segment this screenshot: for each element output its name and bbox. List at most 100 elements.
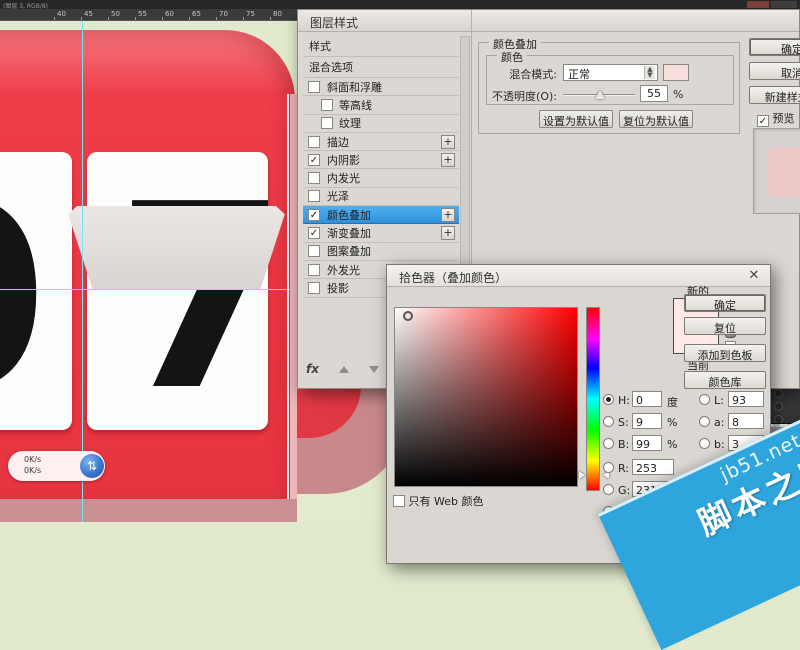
checkbox-unchecked-icon[interactable] xyxy=(321,117,333,129)
style-list-item-斜面和浮雕[interactable]: 斜面和浮雕 xyxy=(303,78,459,96)
checkbox-checked-icon[interactable]: ✓ xyxy=(308,227,320,239)
hue-slider[interactable] xyxy=(586,307,600,491)
reset-default-button[interactable]: 复位为默认值 xyxy=(619,110,693,128)
checkbox-unchecked-icon[interactable] xyxy=(393,495,405,507)
style-list-item-颜色叠加[interactable]: ✓颜色叠加+ xyxy=(303,206,459,224)
b-label: B: xyxy=(618,438,629,451)
color-field-marker[interactable] xyxy=(403,311,413,321)
style-list-item-等高线[interactable]: 等高线 xyxy=(303,96,459,114)
style-list-item-内阴影[interactable]: ✓内阴影+ xyxy=(303,151,459,169)
panel-tab-accent xyxy=(747,1,769,8)
style-list-item-混合选项[interactable]: 混合选项 xyxy=(303,57,459,78)
s-unit: % xyxy=(667,416,677,429)
panel-dot-icon[interactable] xyxy=(774,402,783,411)
lab-b-label: b: xyxy=(714,438,725,451)
close-icon[interactable]: ✕ xyxy=(746,268,762,284)
radio-s[interactable] xyxy=(603,416,614,427)
r-input[interactable]: 253 xyxy=(632,459,674,475)
checkbox-unchecked-icon[interactable] xyxy=(308,282,320,294)
radio-h[interactable] xyxy=(603,394,614,405)
a-input[interactable]: 8 xyxy=(728,413,764,429)
hue-slider-arrow-left-icon[interactable] xyxy=(579,471,585,479)
preview-label: 预览 xyxy=(773,112,795,125)
s-input[interactable]: 9 xyxy=(632,413,662,429)
c-input[interactable]: 0 xyxy=(741,459,769,475)
duplicate-effect-icon[interactable]: + xyxy=(441,226,455,240)
checkbox-checked-icon[interactable]: ✓ xyxy=(757,115,769,127)
duplicate-effect-icon[interactable]: + xyxy=(441,153,455,167)
new-style-button[interactable]: 新建样式... xyxy=(749,86,800,104)
radio-l[interactable] xyxy=(699,394,710,405)
g-input[interactable]: 231 xyxy=(632,481,674,497)
checkbox-unchecked-icon[interactable] xyxy=(308,245,320,257)
select-arrows-icon[interactable]: ▲▼ xyxy=(644,66,655,79)
fx-menu-button[interactable]: fx xyxy=(306,362,319,376)
checkbox-unchecked-icon[interactable] xyxy=(308,264,320,276)
style-list-item-光泽[interactable]: 光泽 xyxy=(303,188,459,206)
l-input[interactable]: 93 xyxy=(728,391,764,407)
h-label: H: xyxy=(618,394,630,407)
checkbox-unchecked-icon[interactable] xyxy=(308,81,320,93)
r-label: R: xyxy=(618,462,629,475)
checkbox-checked-icon[interactable]: ✓ xyxy=(308,154,320,166)
hex-input[interactable]: fde7e7 xyxy=(619,513,681,528)
ok-button[interactable]: 确定 xyxy=(749,38,800,56)
style-list-item-渐变叠加[interactable]: ✓ 渐变叠加 + xyxy=(303,224,459,242)
style-list-item-描边[interactable]: 描边+ xyxy=(303,133,459,151)
duplicate-effect-icon[interactable]: + xyxy=(441,135,455,149)
document-tab-title[interactable]: (图层 3, RGB/8) xyxy=(3,1,48,10)
ruler-tick-label: 55 xyxy=(138,10,147,18)
style-list-item-纹理[interactable]: 纹理 xyxy=(303,115,459,133)
network-speed-overlay[interactable]: 0K/s 0K/s ⇅ xyxy=(8,451,105,481)
checkbox-unchecked-icon[interactable] xyxy=(308,190,320,202)
checkbox-unchecked-icon[interactable] xyxy=(308,172,320,184)
radio-b[interactable] xyxy=(603,438,614,449)
color-libraries-button[interactable]: 颜色库 xyxy=(684,371,766,389)
move-effect-up-icon[interactable] xyxy=(339,366,349,373)
style-list-item-样式[interactable]: 样式 xyxy=(303,36,459,57)
opacity-slider-thumb[interactable] xyxy=(595,90,605,99)
style-list-item-内发光[interactable]: 内发光 xyxy=(303,170,459,188)
dialog-title-bar[interactable]: 图层样式 xyxy=(298,10,799,32)
flip-card-left: 0 xyxy=(0,152,72,430)
dialog-title: 图层样式 xyxy=(310,14,358,31)
picker-ok-button[interactable]: 确定 xyxy=(684,294,766,312)
style-item-label: 渐变叠加 xyxy=(327,225,371,241)
ruler-tick-label: 45 xyxy=(84,10,93,18)
ruler-tick-label: 80 xyxy=(273,10,282,18)
vertical-guide[interactable] xyxy=(82,19,83,522)
hex-hash-icon xyxy=(605,517,611,523)
blend-mode-label: 混合模式: xyxy=(509,66,557,82)
blend-mode-select[interactable]: 正常 ▲▼ xyxy=(563,64,658,81)
opacity-value-input[interactable]: 55 xyxy=(640,85,668,102)
checkbox-unchecked-icon[interactable] xyxy=(321,99,333,111)
overlay-color-swatch[interactable] xyxy=(663,64,689,81)
picker-reset-button[interactable]: 复位 xyxy=(684,317,766,335)
web-only-checkbox[interactable]: 只有 Web 颜色 xyxy=(393,493,483,509)
h-input[interactable]: 0 xyxy=(632,391,662,407)
color-field[interactable] xyxy=(394,307,578,487)
opacity-unit: % xyxy=(673,88,683,101)
checkbox-unchecked-icon[interactable] xyxy=(308,136,320,148)
radio-a[interactable] xyxy=(699,416,710,427)
add-to-swatches-button[interactable]: 添加到色板 xyxy=(684,344,766,362)
style-list-item-图案叠加[interactable]: 图案叠加 xyxy=(303,243,459,261)
move-effect-down-icon[interactable] xyxy=(369,366,379,373)
radio-r[interactable] xyxy=(603,462,614,473)
lab-b-input[interactable]: 3 xyxy=(728,435,764,451)
checkbox-checked-icon[interactable]: ✓ xyxy=(308,209,320,221)
radio-g[interactable] xyxy=(603,484,614,495)
b-unit: % xyxy=(667,438,677,451)
horizontal-guide[interactable] xyxy=(0,289,297,290)
b-input[interactable]: 99 xyxy=(632,435,662,451)
panel-dot-icon[interactable] xyxy=(774,389,783,398)
network-speed-icon[interactable]: ⇅ xyxy=(80,454,104,478)
radio-b2[interactable] xyxy=(603,506,614,517)
style-item-label: 光泽 xyxy=(327,188,349,204)
radio-lab-b[interactable] xyxy=(699,438,710,449)
style-item-label: 样式 xyxy=(309,38,331,54)
preview-checkbox[interactable]: ✓ 预览 xyxy=(757,110,795,127)
set-default-button[interactable]: 设置为默认值 xyxy=(539,110,613,128)
cancel-button[interactable]: 取消 xyxy=(749,62,800,80)
duplicate-effect-icon[interactable]: + xyxy=(441,208,455,222)
